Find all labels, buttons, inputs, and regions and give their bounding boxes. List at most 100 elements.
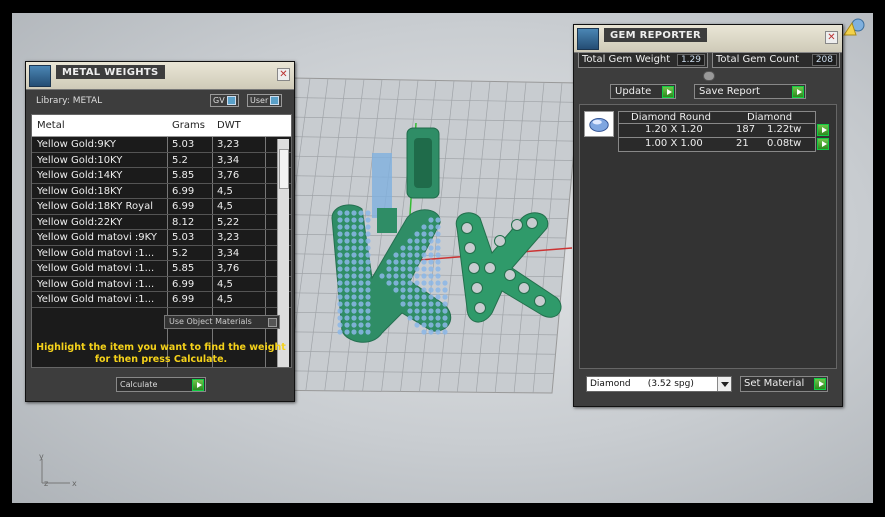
dwt-value: 3,23	[217, 139, 240, 150]
material-select-value: Diamond (3.52 spg)	[590, 379, 694, 389]
gem-reporter-panel: GEM REPORTER ✕ Total Gem Weight 1.29 Tot…	[573, 24, 843, 407]
gem-count: 187	[736, 124, 756, 135]
dwt-value: 4,5	[217, 201, 233, 212]
gem-count: 21	[736, 138, 749, 149]
dwt-value: 5,22	[217, 216, 240, 228]
metal-name: Yellow Gold:18KY Royal	[37, 201, 153, 212]
gem-table: Diamond Round Diamond 1.20 X 1.20 187 1.22…	[618, 111, 829, 152]
play-arrow-icon	[192, 379, 204, 391]
table-row[interactable]: Yellow Gold matovi :1... 5.2 3,34	[32, 246, 291, 261]
axis-label-y: y	[39, 453, 44, 461]
grams-value: 8.12	[172, 216, 195, 228]
axis-indicator: y z x	[39, 453, 77, 488]
dwt-value: 3,76	[217, 263, 240, 274]
update-button[interactable]: Update	[610, 84, 676, 99]
gem-type-label: Diamond	[747, 112, 793, 123]
gem-rows: 1.20 X 1.20 187 1.22tw 1.00 X 1.00 21 0.08tw	[618, 124, 829, 152]
total-gem-count-value: 208	[811, 54, 837, 66]
gem-thumbnail[interactable]	[584, 111, 614, 137]
col-grams[interactable]: Grams	[172, 120, 205, 131]
calculate-label: Calculate	[120, 380, 158, 389]
table-row[interactable]: Yellow Gold matovi :9KY 5.03 3,23	[32, 230, 291, 246]
gv-toggle-label: GV	[213, 96, 225, 105]
col-dwt[interactable]: DWT	[217, 120, 241, 131]
play-arrow-icon	[814, 378, 826, 390]
divider-knob[interactable]	[703, 71, 715, 81]
table-row[interactable]: Yellow Gold:18KY Royal 6.99 4,5	[32, 199, 291, 215]
metal-weights-panel: METAL WEIGHTS ✕ Library: METAL GV User M…	[25, 61, 295, 402]
gem-report-icon	[577, 28, 599, 50]
gem-reporter-titlebar[interactable]: GEM REPORTER ✕	[574, 25, 842, 53]
metal-name: Yellow Gold:10KY	[37, 154, 123, 166]
axis-label-x: x	[72, 479, 77, 488]
metal-name: Yellow Gold matovi :9KY	[37, 232, 157, 243]
metal-name: Yellow Gold:9KY	[37, 139, 116, 150]
table-row[interactable]: Yellow Gold matovi :1... 6.99 4,5	[32, 292, 291, 308]
gem-reporter-title: GEM REPORTER	[604, 28, 708, 42]
close-icon[interactable]: ✕	[277, 68, 290, 81]
axis-label-z: z	[44, 479, 48, 488]
scrollbar-thumb[interactable]	[279, 149, 289, 189]
render-icon[interactable]	[842, 17, 866, 37]
play-arrow-icon[interactable]	[817, 138, 829, 150]
calculate-button[interactable]: Calculate	[116, 377, 206, 392]
dwt-value: 3,34	[217, 247, 240, 259]
dwt-value: 3,34	[217, 154, 240, 166]
use-object-materials-toggle[interactable]: Use Object Materials	[164, 315, 280, 329]
update-label: Update	[615, 86, 652, 97]
metal-name: Yellow Gold:18KY	[37, 185, 123, 197]
use-object-materials-label: Use Object Materials	[169, 317, 252, 326]
play-arrow-icon[interactable]	[817, 124, 829, 136]
gem-weight: 0.08tw	[767, 138, 802, 149]
grams-value: 5.2	[172, 154, 188, 166]
dwt-value: 4,5	[217, 294, 233, 305]
metal-weights-titlebar[interactable]: METAL WEIGHTS ✕	[26, 62, 294, 90]
user-checkbox[interactable]	[270, 96, 280, 105]
set-material-button[interactable]: Set Material	[740, 376, 828, 392]
table-row[interactable]: Yellow Gold:18KY 6.99 4,5	[32, 184, 291, 199]
gem-row[interactable]: 1.20 X 1.20 187 1.22tw	[618, 124, 829, 138]
gem-weight: 1.22tw	[767, 124, 802, 135]
table-row[interactable]: Yellow Gold:14KY 5.85 3,76	[32, 168, 291, 184]
table-row[interactable]: Yellow Gold:10KY 5.2 3,34	[32, 153, 291, 168]
table-row[interactable]: Yellow Gold matovi :1... 5.85 3,76	[32, 261, 291, 277]
close-icon[interactable]: ✕	[825, 31, 838, 44]
grams-value: 5.85	[172, 170, 195, 181]
metal-table-scrollbar[interactable]	[277, 139, 289, 367]
total-gem-count: Total Gem Count 208	[712, 52, 840, 68]
grams-value: 5.2	[172, 247, 188, 259]
metal-name: Yellow Gold matovi :1...	[37, 294, 155, 305]
use-object-materials-checkbox[interactable]	[268, 318, 277, 327]
play-arrow-icon	[662, 86, 674, 98]
grams-value: 5.03	[172, 232, 195, 243]
grams-value: 6.99	[172, 185, 195, 197]
grams-value: 6.99	[172, 294, 195, 305]
metal-name: Yellow Gold matovi :1...	[37, 247, 155, 259]
metal-name: Yellow Gold:22KY	[37, 216, 123, 228]
total-gem-weight: Total Gem Weight 1.29	[578, 52, 708, 68]
dwt-value: 3,76	[217, 170, 240, 181]
grams-value: 5.85	[172, 263, 195, 274]
gem-row[interactable]: 1.00 X 1.00 21 0.08tw	[618, 138, 829, 152]
metal-table[interactable]: Metal Grams DWT Yellow Gold:9KY 5.03 3,23 Y…	[31, 114, 292, 368]
metal-table-header: Metal Grams DWT	[32, 115, 291, 137]
gem-table-header: Diamond Round Diamond	[618, 111, 816, 124]
play-arrow-icon	[792, 86, 804, 98]
gv-toggle[interactable]: GV	[210, 94, 239, 107]
gem-list-area: Diamond Round Diamond 1.20 X 1.20 187 1.22…	[579, 104, 837, 369]
save-report-button[interactable]: Save Report	[694, 84, 806, 99]
table-row[interactable]: Yellow Gold matovi :1... 6.99 4,5	[32, 277, 291, 292]
col-metal[interactable]: Metal	[37, 120, 65, 131]
table-row[interactable]: Yellow Gold:22KY 8.12 5,22	[32, 215, 291, 230]
gv-checkbox[interactable]	[226, 96, 236, 105]
total-gem-weight-value: 1.29	[676, 54, 705, 66]
total-gem-count-label: Total Gem Count	[716, 54, 800, 65]
material-select[interactable]: Diamond (3.52 spg)	[586, 376, 732, 392]
user-toggle[interactable]: User	[247, 94, 283, 107]
gem-size: 1.20 X 1.20	[645, 124, 703, 135]
table-row[interactable]: Yellow Gold:9KY 5.03 3,23	[32, 137, 291, 153]
user-toggle-label: User	[250, 96, 269, 105]
grams-value: 5.03	[172, 139, 195, 150]
chevron-down-icon[interactable]	[717, 377, 731, 391]
grams-value: 6.99	[172, 201, 195, 212]
